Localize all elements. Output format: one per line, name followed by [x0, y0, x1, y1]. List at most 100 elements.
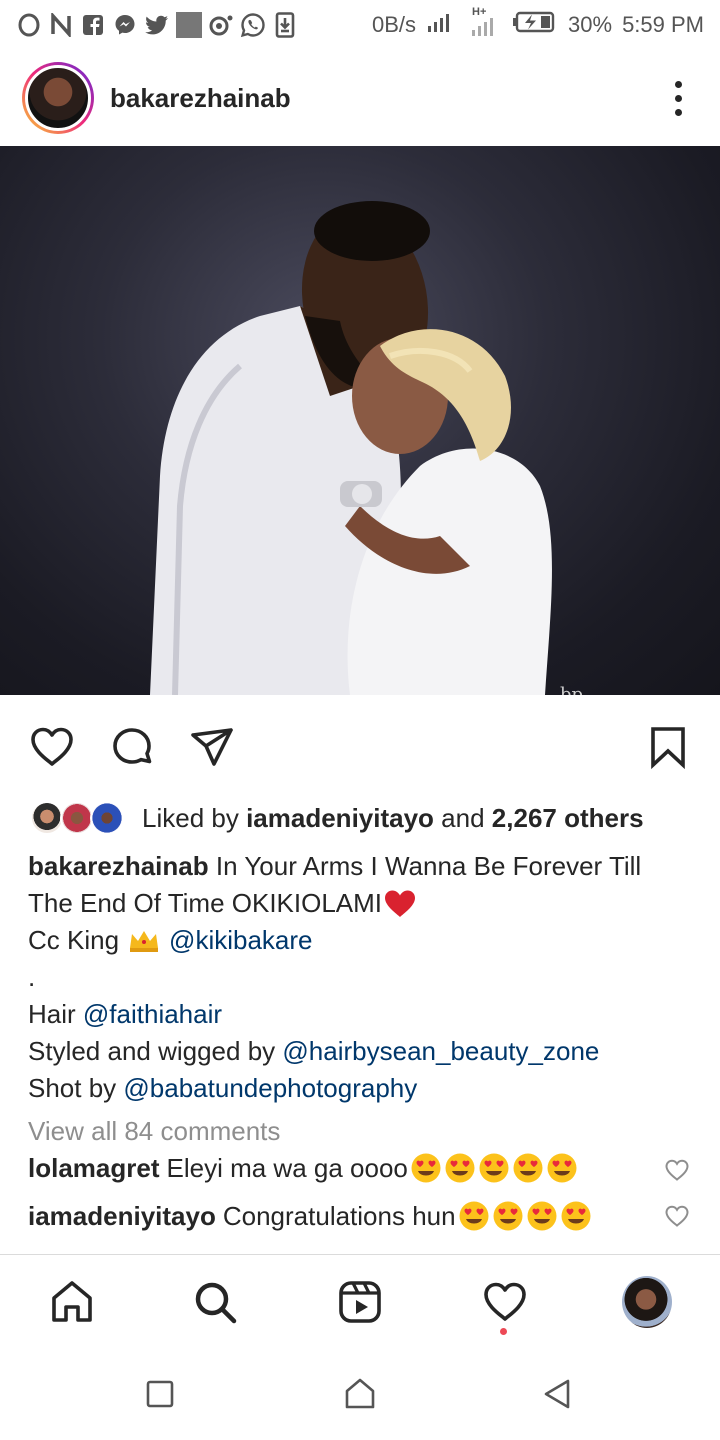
caption-line: The End Of Time OKIKIOLAMI: [28, 885, 698, 922]
heart-eyes-emoji-icon: [547, 1153, 577, 1183]
caption-line: Shot by @babatundephotography: [28, 1070, 698, 1107]
back-button[interactable]: [540, 1376, 576, 1412]
comment-row: iamadeniyitayo Congratulations hun: [28, 1200, 592, 1232]
comment-bubble-icon: [113, 728, 152, 764]
likes-others[interactable]: 2,267 others: [492, 803, 644, 833]
nav-reels[interactable]: [335, 1277, 385, 1327]
status-bar-system-info: 0B/s H+ 30% 5:59 PM: [371, 6, 704, 40]
heart-eyes-emoji-icon: [445, 1153, 475, 1183]
save-button[interactable]: [644, 723, 692, 771]
messenger-icon: [112, 12, 138, 38]
home-icon: [52, 1281, 92, 1322]
likes-text: Liked by iamadeniyitayo and 2,267 others: [142, 803, 644, 834]
post-action-bar: [0, 705, 720, 785]
nav-profile[interactable]: [622, 1276, 672, 1328]
clock: 5:59 PM: [622, 12, 704, 37]
caption-text: Hair: [28, 999, 76, 1029]
bookmark-icon: [651, 727, 685, 770]
heart-outline-icon: [665, 1159, 689, 1181]
likes-prefix: Liked by: [142, 802, 239, 833]
caption-text: Styled and wigged by: [28, 1036, 276, 1066]
activity-notification-dot: [500, 1328, 507, 1335]
heart-eyes-emoji-icon: [527, 1201, 557, 1231]
crown-emoji-icon: [130, 930, 159, 952]
post-header: bakarezhainab: [0, 50, 720, 146]
comment-username[interactable]: iamadeniyitayo: [28, 1201, 216, 1232]
comment-like-button[interactable]: [664, 1203, 690, 1229]
comment-text: Eleyi ma wa ga oooo: [166, 1152, 408, 1183]
battery-icon: [512, 10, 558, 40]
first-liker[interactable]: iamadeniyitayo: [246, 803, 434, 833]
likes-summary[interactable]: Liked by iamadeniyitayo and 2,267 others: [30, 796, 644, 840]
caption-line: Hair @faithiahair: [28, 996, 698, 1033]
likes-connector: and: [441, 802, 485, 833]
heart-outline-icon: [665, 1205, 689, 1227]
more-options-button[interactable]: [658, 73, 698, 123]
more-dot-icon: [674, 80, 682, 88]
caption-line: Styled and wigged by @hairbysean_beauty_…: [28, 1033, 698, 1070]
couple-photo-illustration: [150, 201, 552, 695]
record-icon: [208, 12, 234, 38]
red-heart-emoji-icon: [385, 890, 416, 917]
comment-emojis: [410, 1152, 578, 1184]
post-photo[interactable]: bp: [0, 146, 720, 695]
gray-square-icon: [176, 12, 202, 38]
n-icon: [48, 12, 74, 38]
square-icon: [146, 1380, 174, 1408]
liker-avatar: [30, 801, 64, 835]
bottom-navigation: [0, 1254, 720, 1348]
avatar-image: [25, 65, 91, 131]
heart-eyes-emoji-icon: [561, 1201, 591, 1231]
more-dot-icon: [674, 108, 682, 116]
net-speed: 0B/s: [371, 12, 417, 37]
system-navigation-bar: [0, 1348, 720, 1440]
whatsapp-icon: [240, 12, 266, 38]
status-bar-notification-icons: [16, 12, 298, 38]
opera-icon: [16, 12, 42, 38]
liker-avatar: [60, 801, 94, 835]
signal-h-plus-icon: H+: [470, 6, 502, 38]
battery-percent: 30%: [568, 12, 613, 37]
heart-icon: [31, 727, 73, 766]
caption-text: Shot by: [28, 1073, 117, 1103]
recents-button[interactable]: [142, 1376, 178, 1412]
caption-line: bakarezhainab In Your Arms I Wanna Be Fo…: [28, 848, 698, 885]
comment-emojis: [458, 1200, 592, 1232]
caption-text: Cc King: [28, 925, 120, 955]
nav-home[interactable]: [47, 1277, 97, 1327]
post-author-username[interactable]: bakarezhainab: [110, 83, 291, 114]
status-bar: 0B/s H+ 30% 5:59 PM: [0, 0, 720, 50]
caption-text: The End Of Time OKIKIOLAMI: [28, 888, 383, 918]
share-button[interactable]: [188, 723, 236, 771]
liker-avatars: [30, 799, 130, 837]
heart-eyes-emoji-icon: [493, 1201, 523, 1231]
post-author-avatar[interactable]: [22, 62, 94, 134]
nav-activity[interactable]: [480, 1277, 530, 1327]
comment-username[interactable]: lolamagret: [28, 1153, 160, 1184]
comment-text: Congratulations hun: [222, 1200, 456, 1231]
facebook-icon: [80, 12, 106, 38]
comment-button[interactable]: [108, 723, 156, 771]
heart-eyes-emoji-icon: [479, 1153, 509, 1183]
caption-line: .: [28, 962, 36, 992]
caption-author[interactable]: bakarezhainab: [28, 851, 209, 881]
reels-icon: [339, 1281, 381, 1323]
post-caption: bakarezhainab In Your Arms I Wanna Be Fo…: [28, 848, 698, 1107]
mention-link[interactable]: @faithiahair: [83, 999, 222, 1029]
view-all-comments-link[interactable]: View all 84 comments: [28, 1116, 280, 1147]
network-type-label: H+: [472, 6, 487, 18]
nav-search[interactable]: [190, 1277, 240, 1327]
mention-link[interactable]: @hairbysean_beauty_zone: [282, 1036, 599, 1066]
search-icon: [195, 1282, 237, 1324]
like-button[interactable]: [28, 723, 76, 771]
caption-text: In Your Arms I Wanna Be Forever Till: [215, 851, 642, 881]
photo-watermark: bp: [560, 684, 584, 695]
profile-avatar: [622, 1276, 672, 1328]
signal-icon: [426, 10, 460, 40]
mention-link[interactable]: @kikibakare: [169, 922, 312, 959]
home-system-button[interactable]: [342, 1376, 378, 1412]
mention-link[interactable]: @babatundephotography: [123, 1073, 417, 1103]
comment-like-button[interactable]: [664, 1157, 690, 1183]
download-icon: [272, 12, 298, 38]
caption-line: Cc King @kikibakare: [28, 922, 698, 959]
